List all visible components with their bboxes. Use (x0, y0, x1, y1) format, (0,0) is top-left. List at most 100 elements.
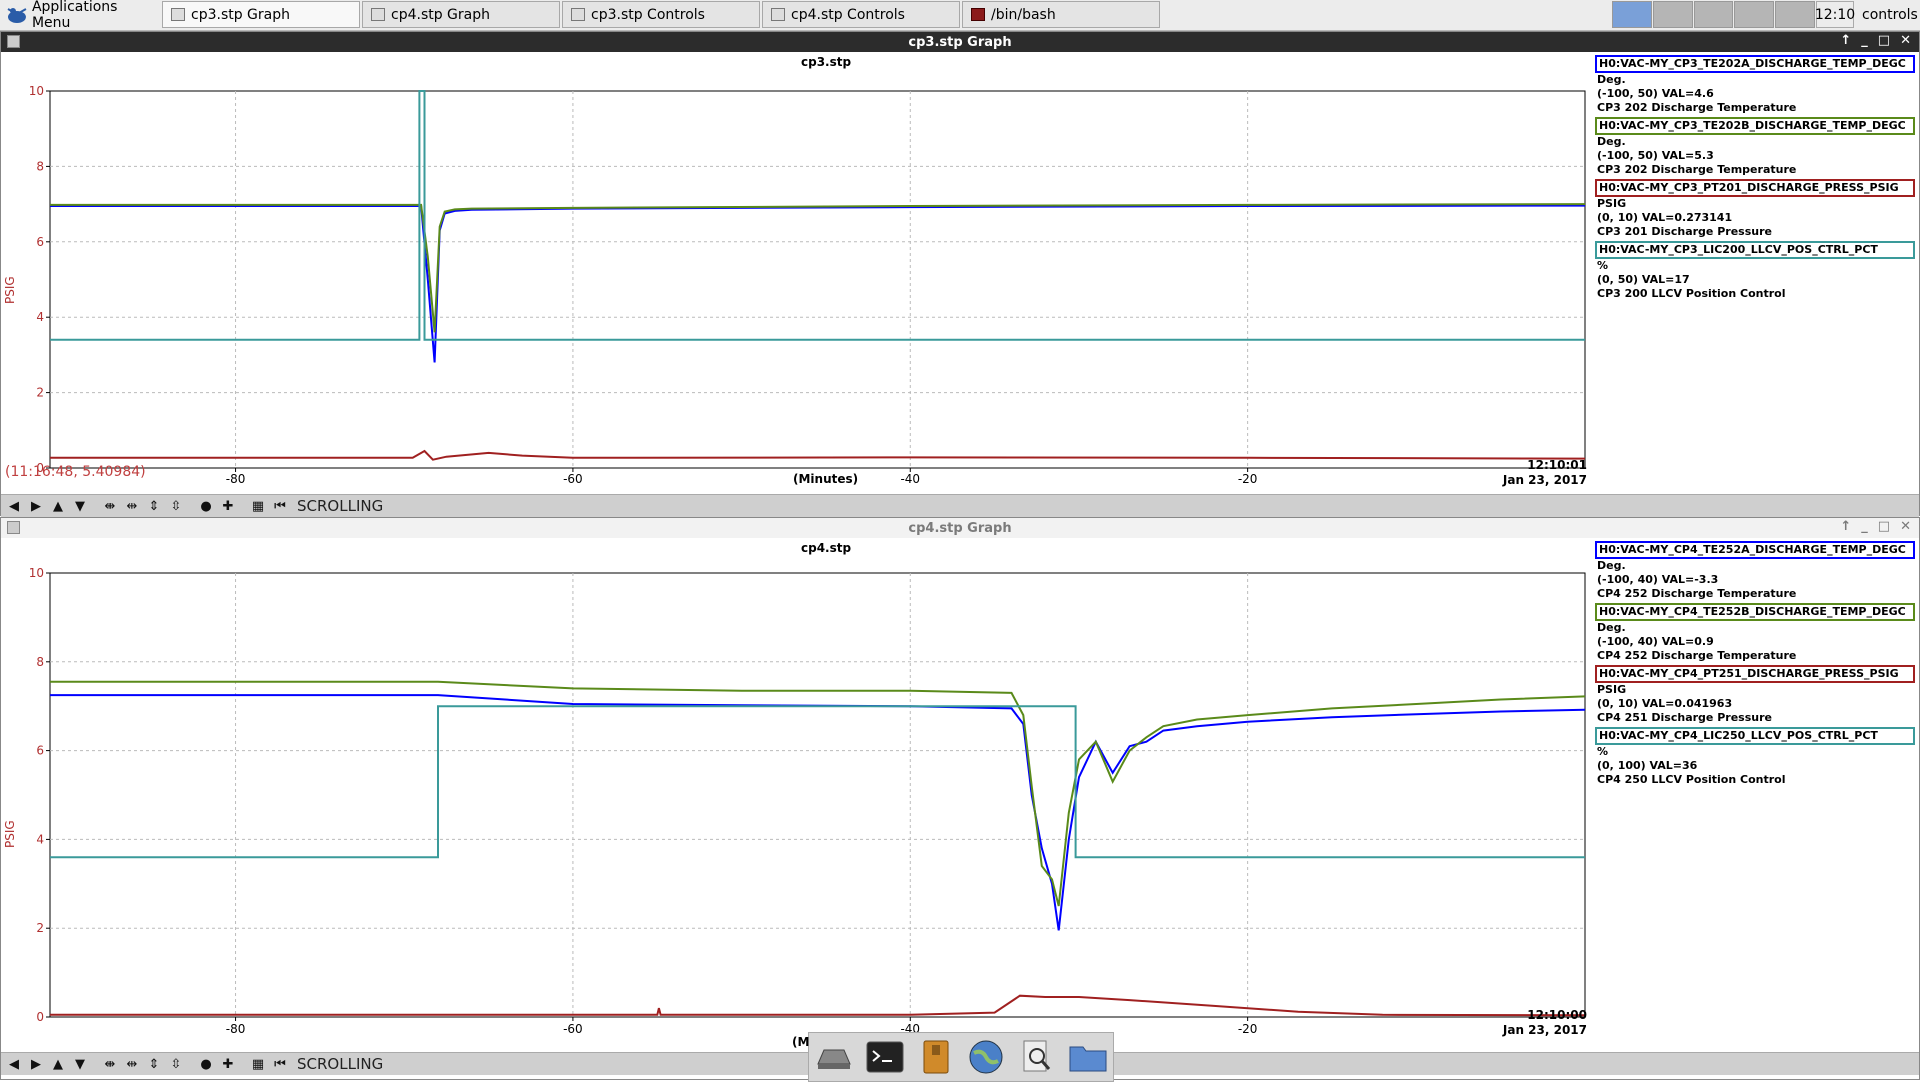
cp3-chart[interactable]: -80 -60 -40 -200246810 (1, 52, 1591, 494)
compress-horizontal-icon[interactable]: ⇹ (123, 1055, 141, 1073)
legend-range-value: (0, 10) VAL=0.273141 (1597, 211, 1733, 224)
task-cp3-controls[interactable]: cp3.stp Controls (562, 1, 760, 28)
workspace-4[interactable] (1734, 1, 1775, 28)
legend-signal-name: H0:VAC-MY_CP3_PT201_DISCHARGE_PRESS_PSIG (1595, 179, 1915, 197)
minimize-icon[interactable]: _ (1861, 519, 1868, 534)
cp4-chart[interactable]: -80 -60 -40 -200246810 (1, 538, 1591, 1058)
legend-signal-name: H0:VAC-MY_CP3_TE202B_DISCHARGE_TEMP_DEGC (1595, 117, 1915, 135)
expand-vertical-icon[interactable]: ⇕ (145, 497, 163, 515)
top-panel: Applications Menu cp3.stp Graph cp4.stp … (0, 0, 1920, 31)
arrow-up-icon[interactable]: ▲ (49, 497, 67, 515)
y-tick-label: 2 (36, 386, 44, 400)
expand-vertical-icon[interactable]: ⇕ (145, 1055, 163, 1073)
browser-icon[interactable] (966, 1037, 1006, 1077)
window-menu-icon[interactable] (7, 521, 20, 534)
rewind-icon[interactable]: ⏮ (271, 497, 289, 515)
legend-unit: PSIG (1597, 197, 1627, 210)
workspace-3[interactable] (1693, 1, 1734, 28)
shade-icon[interactable]: ↑ (1840, 519, 1851, 534)
folder-icon[interactable] (1068, 1037, 1108, 1077)
window-titlebar[interactable]: cp4.stp Graph ↑ _ □ ✕ (1, 518, 1919, 538)
legend-unit: Deg. (1597, 559, 1626, 572)
legend-unit: % (1597, 259, 1609, 272)
arrow-up-icon[interactable]: ▲ (49, 1055, 67, 1073)
user-name[interactable]: controls (1862, 0, 1918, 30)
compress-horizontal-icon[interactable]: ⇹ (123, 497, 141, 515)
record-icon[interactable]: ● (197, 1055, 215, 1073)
arrow-right-icon[interactable]: ▶ (27, 497, 45, 515)
legend-range-value: (-100, 50) VAL=5.3 (1597, 149, 1714, 162)
y-axis-label: PSIG (3, 276, 17, 304)
compress-vertical-icon[interactable]: ⇳ (167, 1055, 185, 1073)
y-tick-label: 0 (36, 1010, 44, 1024)
mode-label: SCROLLING (297, 1055, 384, 1073)
search-file-icon[interactable] (1017, 1037, 1057, 1077)
legend-unit: PSIG (1597, 683, 1627, 696)
workspace-1[interactable] (1612, 1, 1652, 28)
add-icon[interactable]: ✚ (219, 1055, 237, 1073)
window-menu-icon[interactable] (7, 35, 20, 48)
workspace-5[interactable] (1775, 1, 1815, 28)
rewind-icon[interactable]: ⏮ (271, 1055, 289, 1073)
legend-description: CP4 250 LLCV Position Control (1597, 773, 1786, 786)
drive-icon[interactable] (814, 1037, 854, 1077)
legend-entry[interactable]: H0:VAC-MY_CP4_TE252A_DISCHARGE_TEMP_DEGC… (1595, 541, 1915, 601)
task-cp4-controls[interactable]: cp4.stp Controls (762, 1, 960, 28)
applications-menu[interactable]: Applications Menu (0, 0, 160, 31)
close-icon[interactable]: ✕ (1900, 33, 1911, 48)
task-cp3-graph[interactable]: cp3.stp Graph (162, 1, 360, 28)
cp4-graph-window: cp4.stp Graph ↑ _ □ ✕ -80 -60 -40 -20 0 2 4 6 8 1… (0, 517, 1920, 1080)
window-titlebar[interactable]: cp3.stp Graph ↑ _ □ ✕ (1, 32, 1919, 52)
legend-entry[interactable]: H0:VAC-MY_CP3_TE202B_DISCHARGE_TEMP_DEGC… (1595, 117, 1915, 177)
legend-description: CP4 252 Discharge Temperature (1597, 587, 1797, 600)
x-tick-label: -40 (900, 472, 920, 486)
y-tick-label: 4 (36, 832, 44, 846)
maximize-icon[interactable]: □ (1878, 33, 1890, 48)
arrow-left-icon[interactable]: ◀ (5, 1055, 23, 1073)
x-tick-label: -60 (563, 1022, 583, 1036)
chart-title: cp3.stp (801, 55, 852, 69)
record-icon[interactable]: ● (197, 497, 215, 515)
legend-entry[interactable]: H0:VAC-MY_CP3_LIC200_LLCV_POS_CTRL_PCT%(… (1595, 241, 1915, 301)
legend-unit: Deg. (1597, 73, 1626, 86)
arrow-left-icon[interactable]: ◀ (5, 497, 23, 515)
y-tick-label: 6 (36, 235, 44, 249)
legend-entry[interactable]: H0:VAC-MY_CP3_TE202A_DISCHARGE_TEMP_DEGC… (1595, 55, 1915, 115)
chart-icon[interactable]: ▦ (249, 497, 267, 515)
arrow-down-icon[interactable]: ▼ (71, 1055, 89, 1073)
clock[interactable]: 12:10 (1815, 1, 1855, 28)
legend-entry[interactable]: H0:VAC-MY_CP4_PT251_DISCHARGE_PRESS_PSIG… (1595, 665, 1915, 725)
close-icon[interactable]: ✕ (1900, 519, 1911, 534)
arrow-down-icon[interactable]: ▼ (71, 497, 89, 515)
task-label: /bin/bash (991, 6, 1056, 23)
terminal-icon[interactable] (865, 1037, 905, 1077)
chart-icon[interactable]: ▦ (249, 1055, 267, 1073)
legend-description: CP4 251 Discharge Pressure (1597, 711, 1772, 724)
legend-description: CP4 252 Discharge Temperature (1597, 649, 1797, 662)
legend: H0:VAC-MY_CP3_TE202A_DISCHARGE_TEMP_DEGC… (1595, 55, 1915, 303)
compress-vertical-icon[interactable]: ⇳ (167, 497, 185, 515)
shade-icon[interactable]: ↑ (1840, 33, 1851, 48)
workspace-2[interactable] (1652, 1, 1693, 28)
archive-icon[interactable] (916, 1037, 956, 1077)
legend-entry[interactable]: H0:VAC-MY_CP4_TE252B_DISCHARGE_TEMP_DEGC… (1595, 603, 1915, 663)
expand-horizontal-icon[interactable]: ⇼ (101, 1055, 119, 1073)
x-tick-label: -60 (563, 472, 583, 486)
legend-entry[interactable]: H0:VAC-MY_CP3_PT201_DISCHARGE_PRESS_PSIG… (1595, 179, 1915, 239)
plot-area[interactable]: -80 -60 -40 -20 0 2 4 6 8 10 cp3.stp PSIG (Minute… (1, 52, 1919, 494)
legend-range-value: (0, 10) VAL=0.041963 (1597, 697, 1733, 710)
expand-horizontal-icon[interactable]: ⇼ (101, 497, 119, 515)
graph-window-icon (171, 8, 185, 21)
workspace-switcher[interactable] (1612, 1, 1816, 28)
legend-entry[interactable]: H0:VAC-MY_CP4_LIC250_LLCV_POS_CTRL_PCT%(… (1595, 727, 1915, 787)
graph-window-icon (371, 8, 385, 21)
add-icon[interactable]: ✚ (219, 497, 237, 515)
minimize-icon[interactable]: _ (1861, 33, 1868, 48)
maximize-icon[interactable]: □ (1878, 519, 1890, 534)
window-title: cp3.stp Graph (908, 34, 1012, 50)
legend-range-value: (-100, 40) VAL=0.9 (1597, 635, 1714, 648)
task-cp4-graph[interactable]: cp4.stp Graph (362, 1, 560, 28)
arrow-right-icon[interactable]: ▶ (27, 1055, 45, 1073)
plot-area[interactable]: -80 -60 -40 -20 0 2 4 6 8 10 cp4.stp PSIG 12:10:0… (1, 538, 1919, 1058)
task-bash[interactable]: /bin/bash (962, 1, 1160, 28)
